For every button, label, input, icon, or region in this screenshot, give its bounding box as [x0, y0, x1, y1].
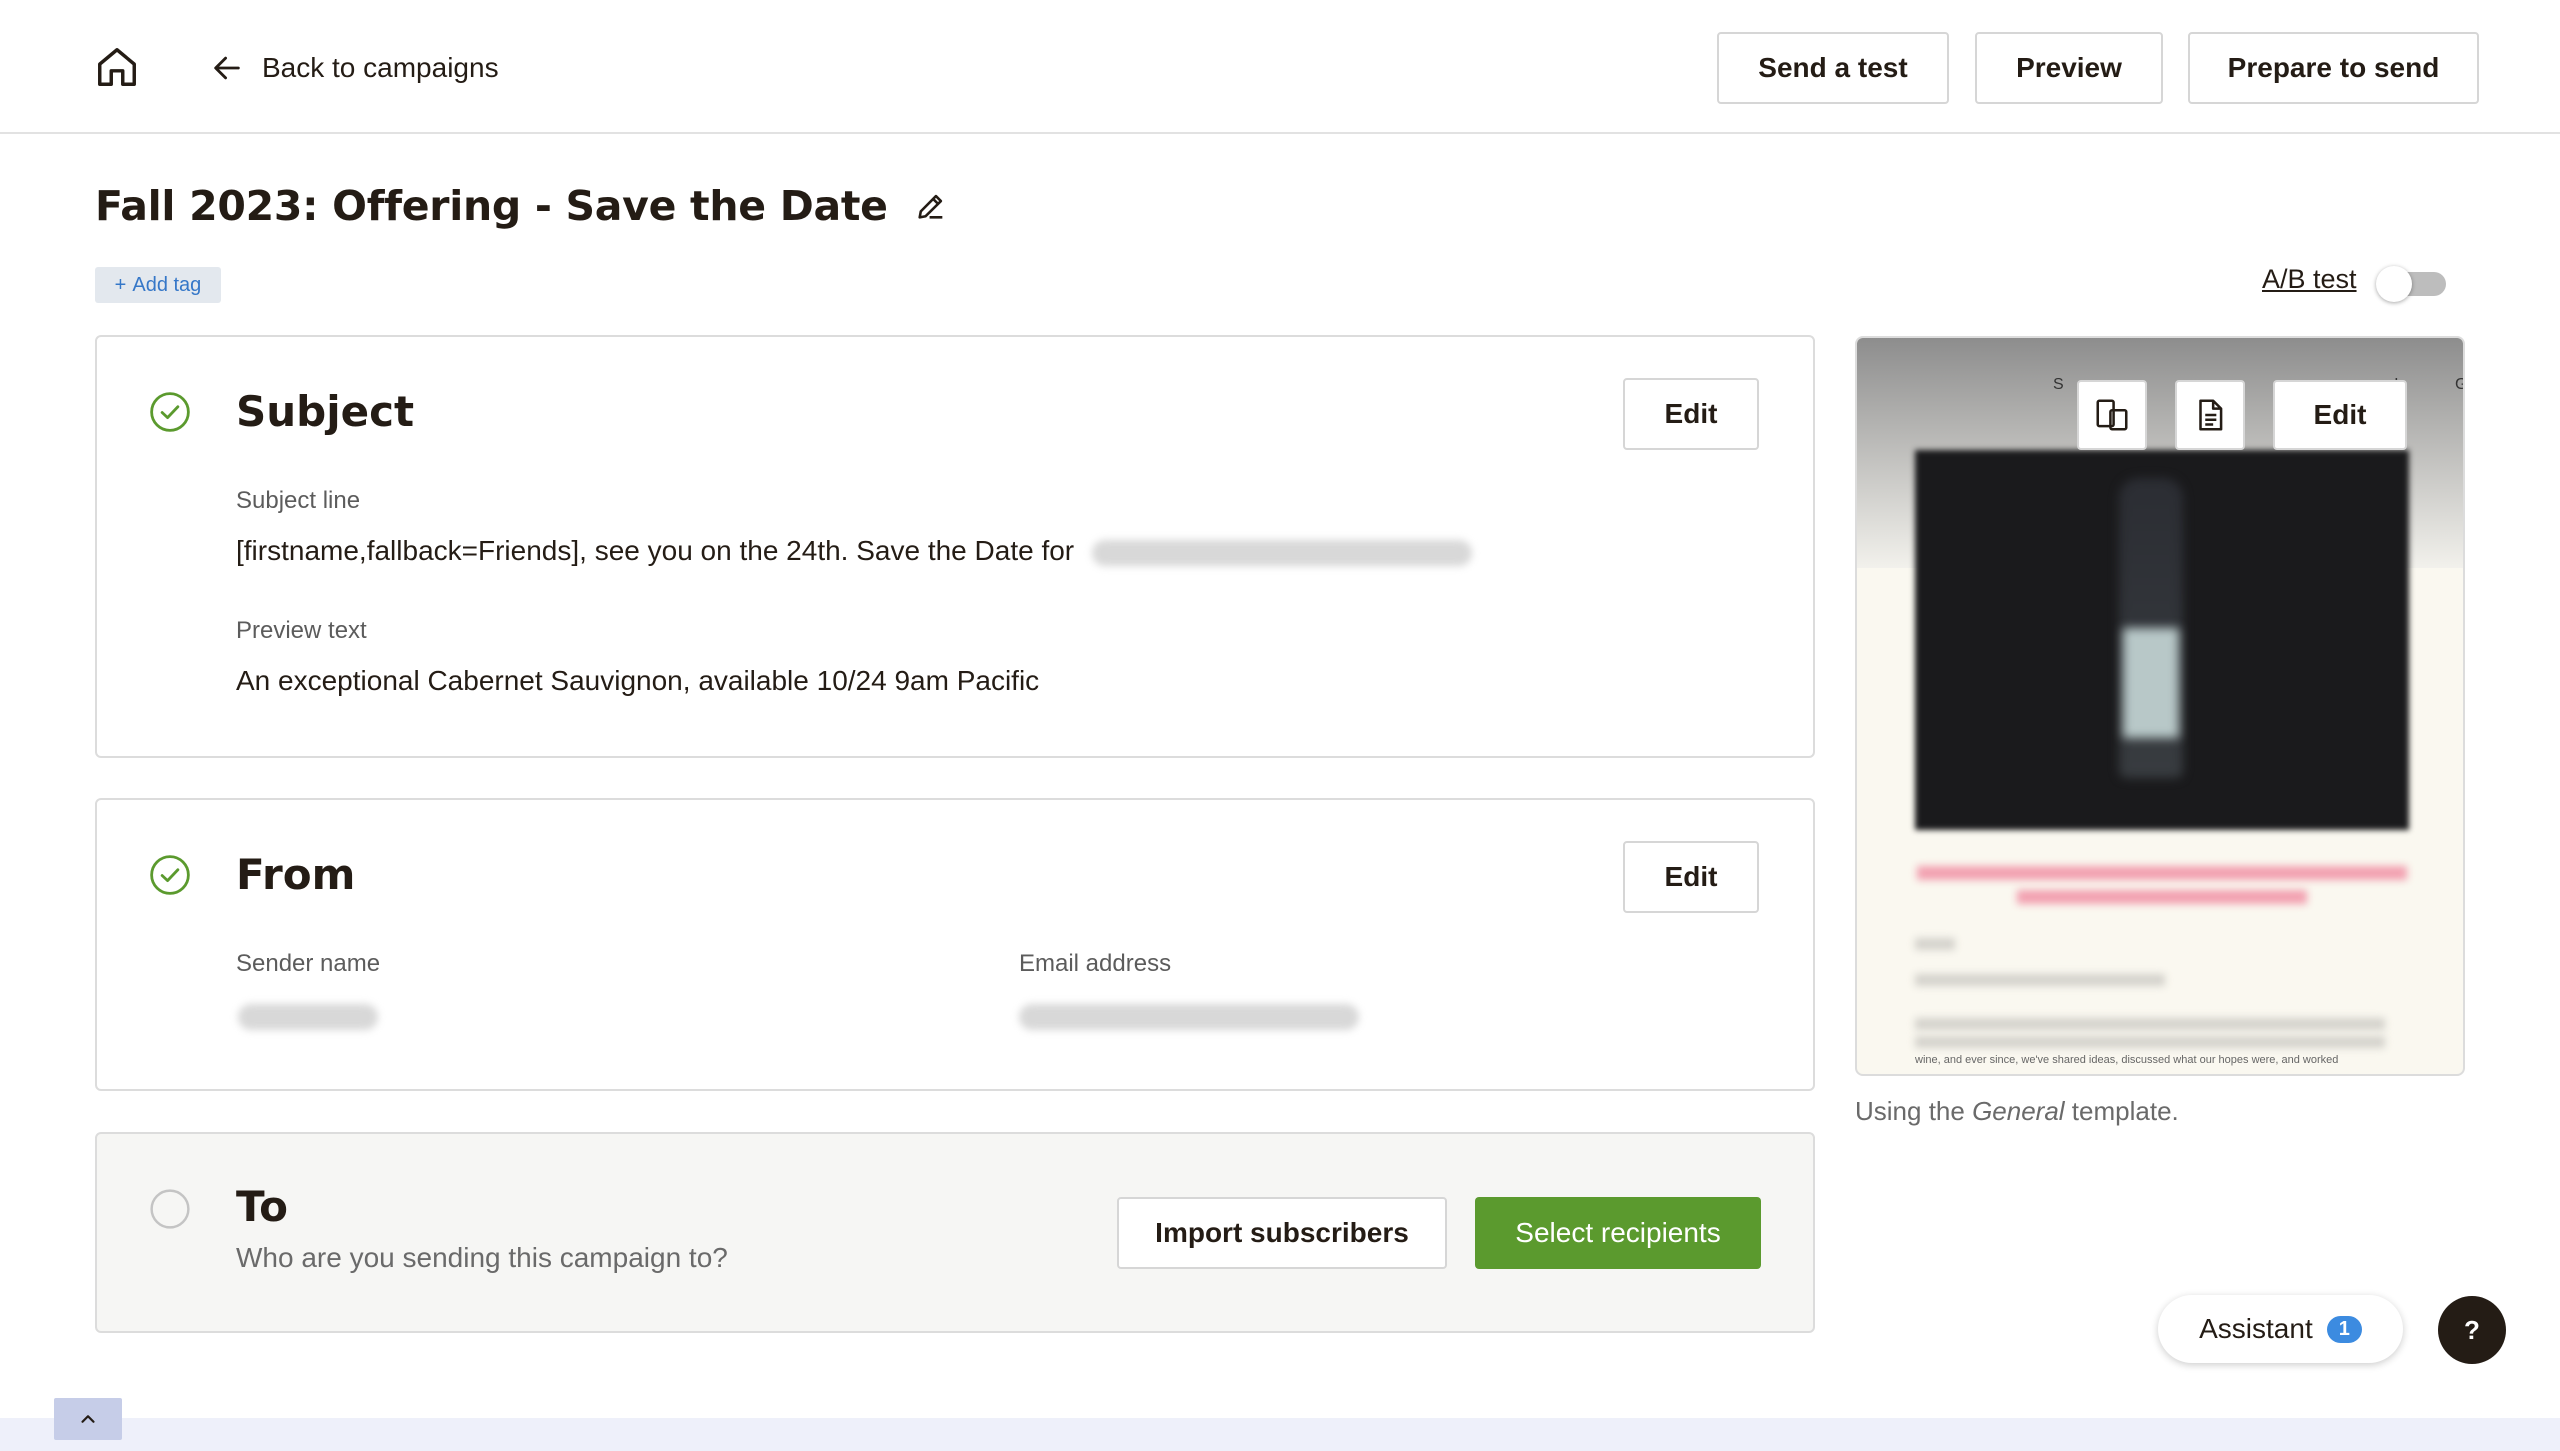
- template-name: General: [1972, 1096, 2065, 1126]
- content-edit-button[interactable]: Edit: [2273, 380, 2407, 450]
- send-test-button[interactable]: Send a test: [1717, 32, 1949, 104]
- arrow-left-icon: [214, 56, 240, 80]
- ab-test-toggle[interactable]: [2376, 266, 2448, 302]
- email-preview[interactable]: S I G S wine, and ever since, we've shar…: [1855, 336, 2465, 1076]
- select-recipients-button[interactable]: Select recipients: [1475, 1197, 1761, 1269]
- to-subtitle: Who are you sending this campaign to?: [236, 1242, 728, 1273]
- check-circle-icon: [150, 855, 190, 895]
- back-label: Back to campaigns: [262, 52, 499, 83]
- campaign-title-row: Fall 2023: Offering - Save the Date: [95, 176, 948, 236]
- devices-icon: [2096, 399, 2128, 431]
- preview-text-value: An exceptional Cabernet Sauvignon, avail…: [236, 665, 1040, 696]
- top-bar: Back to campaigns Send a test Preview Pr…: [0, 0, 2560, 134]
- prepare-to-send-button[interactable]: Prepare to send: [2188, 32, 2479, 104]
- subject-line-label: Subject line: [236, 487, 361, 514]
- to-card: To Who are you sending this campaign to?…: [95, 1132, 1815, 1333]
- page-title: Fall 2023: Offering - Save the Date: [95, 182, 888, 230]
- check-circle-icon: [150, 392, 190, 432]
- sender-name-label: Sender name: [236, 950, 381, 977]
- document-icon: [2199, 399, 2223, 431]
- assistant-button[interactable]: Assistant 1: [2158, 1295, 2403, 1363]
- help-button[interactable]: ?: [2438, 1296, 2506, 1364]
- home-icon[interactable]: [94, 44, 140, 90]
- to-heading: To: [236, 1182, 288, 1231]
- subject-card: Subject Edit Subject line [firstname,fal…: [95, 335, 1815, 758]
- assistant-badge: 1: [2326, 1315, 2362, 1343]
- collapse-panel-button[interactable]: [54, 1398, 122, 1440]
- import-subscribers-button[interactable]: Import subscribers: [1117, 1197, 1447, 1269]
- template-note: Using the General template.: [1855, 1096, 2179, 1126]
- chevron-up-icon: [81, 1415, 95, 1423]
- subject-edit-button[interactable]: Edit: [1623, 378, 1759, 450]
- responsive-preview-button[interactable]: [2077, 380, 2147, 450]
- from-heading: From: [236, 850, 356, 899]
- from-edit-button[interactable]: Edit: [1623, 841, 1759, 913]
- redacted-email: [1019, 1004, 1359, 1030]
- pencil-icon[interactable]: [914, 189, 948, 223]
- preview-body-text: wine, and ever since, we've shared ideas…: [1915, 1054, 2339, 1066]
- back-to-campaigns-link[interactable]: Back to campaigns: [210, 48, 499, 88]
- empty-circle-icon: [150, 1189, 190, 1229]
- redacted-text: [1091, 539, 1472, 566]
- subject-heading: Subject: [236, 387, 415, 436]
- assistant-label: Assistant: [2199, 1313, 2313, 1344]
- preview-text-label: Preview text: [236, 617, 367, 644]
- redacted-sender-name: [238, 1004, 378, 1030]
- plain-text-button[interactable]: [2175, 380, 2245, 450]
- add-tag-button[interactable]: + Add tag: [95, 267, 221, 303]
- from-card: From Edit Sender name Email address: [95, 798, 1815, 1091]
- ab-test-link[interactable]: A/B test: [2262, 264, 2357, 295]
- bottom-strip: [0, 1418, 2560, 1451]
- add-tag-label: Add tag: [132, 273, 202, 296]
- subject-line-value: [firstname,fallback=Friends], see you on…: [236, 535, 1472, 567]
- preview-button[interactable]: Preview: [1975, 32, 2163, 104]
- plus-icon: +: [114, 273, 127, 296]
- email-address-label: Email address: [1019, 950, 1172, 977]
